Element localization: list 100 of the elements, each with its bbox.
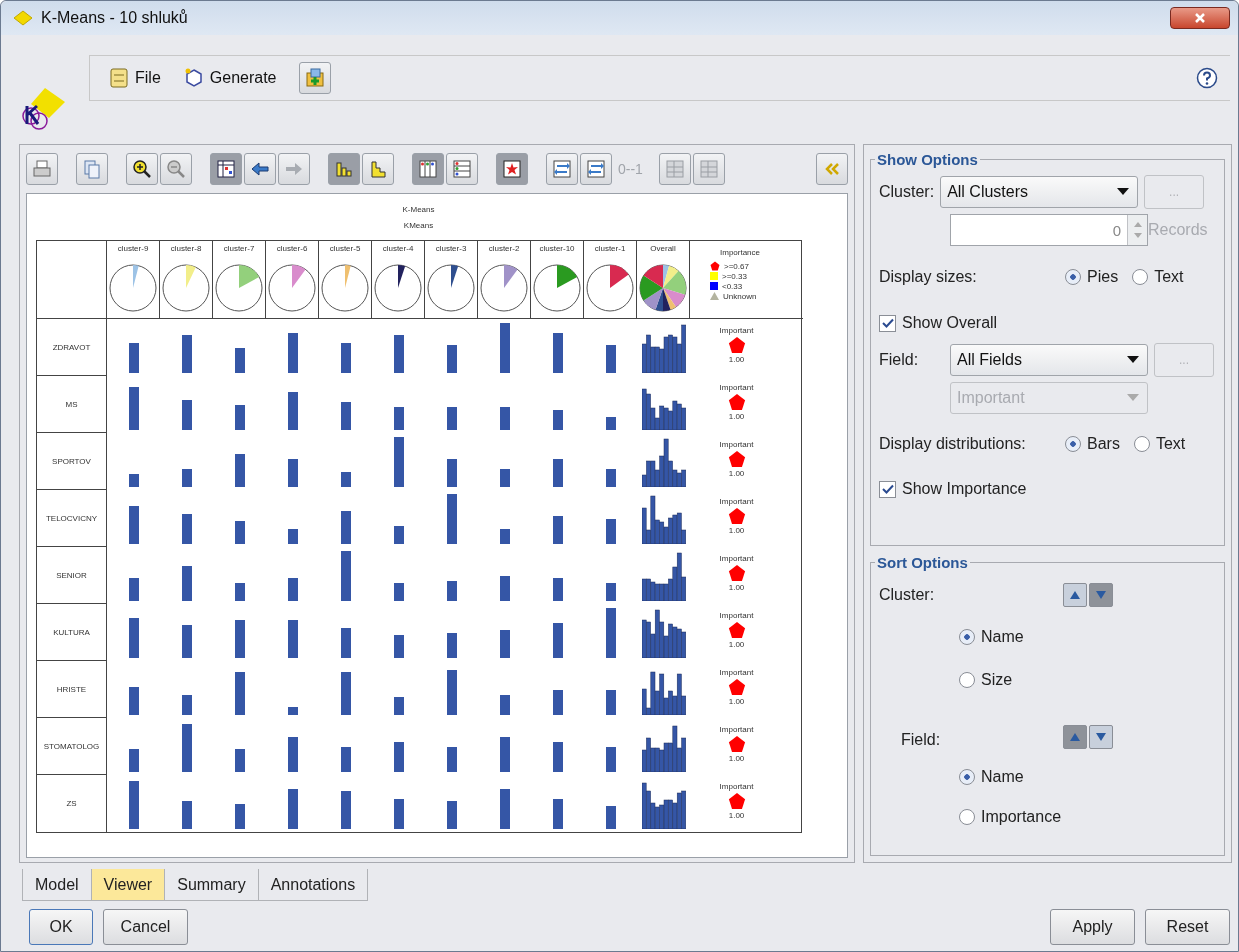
dialog-button[interactable]: OK (29, 909, 93, 945)
number-field[interactable]: 0 (950, 214, 1148, 246)
zoom-in-button[interactable] (126, 153, 158, 185)
zoom-in-icon (131, 158, 153, 180)
value-bar (340, 791, 351, 829)
dropdown[interactable]: All Clusters (940, 176, 1139, 208)
importance-button[interactable] (496, 153, 528, 185)
sort-up-button[interactable] (1063, 583, 1087, 608)
radio-button[interactable]: Text (1132, 268, 1184, 286)
chart-title: K-Means (401, 204, 436, 216)
legend-label: >=0.67 (724, 260, 749, 272)
value-bar (287, 392, 298, 430)
value-bar (393, 583, 404, 601)
value-bar (552, 690, 563, 715)
step-chart-button[interactable] (362, 153, 394, 185)
checkbox[interactable]: Show Importance (879, 480, 1027, 498)
value-bar (128, 749, 139, 772)
value-bar (181, 335, 192, 373)
radio-button[interactable]: Bars (1065, 435, 1120, 453)
caret-icon (1117, 188, 1130, 196)
value-bar (181, 625, 192, 658)
value-bar (393, 742, 404, 772)
checkbox[interactable]: Show Overall (879, 314, 998, 332)
check-icon (881, 484, 894, 494)
histogram-drawing (641, 722, 686, 772)
histogram-drawing (641, 551, 686, 601)
importance-label: Important (719, 325, 754, 336)
file-cabinet-icon (108, 67, 130, 89)
value-bar (605, 747, 616, 772)
help-icon[interactable] (1196, 67, 1218, 89)
table-button[interactable] (210, 153, 242, 185)
value-bar (340, 511, 351, 544)
field-name: SENIOR (56, 569, 87, 581)
menu-item[interactable]: Generate (182, 67, 277, 89)
legend-label: >=0.33 (722, 270, 747, 282)
back-button[interactable] (244, 153, 276, 185)
value-bar (499, 323, 510, 373)
field-name: ZDRAVOT (52, 341, 91, 353)
swap-button[interactable] (580, 153, 612, 185)
tab[interactable]: Annotations (257, 869, 369, 901)
cluster-name: cluster-10 (539, 243, 575, 254)
dialog-button[interactable]: Cancel (103, 909, 188, 945)
radio-button[interactable]: Pies (1065, 268, 1119, 286)
value-bar (234, 749, 245, 772)
histogram-drawing (641, 608, 686, 658)
importance-value: 1.00 (728, 411, 745, 422)
value-bar (234, 348, 245, 373)
importance-value: 1.00 (728, 525, 745, 536)
value-bar (605, 417, 616, 430)
cluster-name: cluster-8 (170, 243, 202, 254)
importance-value: 1.00 (728, 639, 745, 650)
pie-chart (215, 264, 263, 312)
sort-down-button[interactable] (1089, 725, 1113, 750)
down-arrow-icon (1095, 732, 1107, 743)
value-bar (234, 454, 245, 487)
export-button[interactable] (298, 62, 331, 94)
value-bar (128, 343, 139, 373)
tab[interactable]: Viewer (90, 869, 166, 901)
histogram-drawing (641, 494, 686, 544)
radio-button[interactable]: Name (959, 768, 1024, 787)
value-bar (181, 514, 192, 544)
value-bar (605, 608, 616, 658)
value-bar (446, 494, 457, 544)
value-bar (605, 469, 616, 487)
sort-down-button[interactable] (1089, 583, 1113, 608)
menu-item[interactable]: File (108, 67, 161, 89)
value-bar (287, 578, 298, 601)
value-bar (605, 583, 616, 601)
close-button[interactable] (1170, 7, 1230, 29)
value-bar (446, 747, 457, 772)
dropdown[interactable]: All Fields (950, 344, 1148, 376)
histogram-drawing (641, 323, 686, 373)
caret-icon (1127, 394, 1139, 402)
caret-icon (1127, 356, 1139, 364)
dialog-button[interactable]: Reset (1145, 909, 1230, 945)
importance-label: Important (719, 553, 754, 564)
value-bar (340, 672, 351, 715)
bar-chart-button[interactable] (328, 153, 360, 185)
value-bar (128, 781, 139, 829)
rows-button[interactable] (446, 153, 478, 185)
radio-button[interactable]: Text (1133, 435, 1186, 453)
legend-label: Unknown (723, 290, 757, 302)
radio-button[interactable]: Importance (959, 808, 1062, 827)
print-button[interactable] (26, 153, 58, 185)
value-bar (128, 474, 139, 487)
radio-button[interactable]: Name (959, 627, 1024, 646)
dialog-button[interactable]: Apply (1050, 909, 1135, 945)
panel-title: Sort Options (876, 554, 969, 572)
swap-button[interactable] (546, 153, 578, 185)
pie-chart (533, 264, 581, 312)
field-name: MS (65, 398, 78, 410)
tab[interactable]: Model (22, 869, 92, 901)
radio-button[interactable]: Size (959, 670, 1013, 689)
importance-label: Important (719, 724, 754, 735)
columns-button[interactable] (412, 153, 444, 185)
value-bar (128, 506, 139, 544)
value-bar (287, 333, 298, 373)
value-bar (605, 345, 616, 373)
sort-up-button[interactable] (1063, 725, 1087, 750)
field-name: TELOCVICNY (45, 512, 98, 524)
